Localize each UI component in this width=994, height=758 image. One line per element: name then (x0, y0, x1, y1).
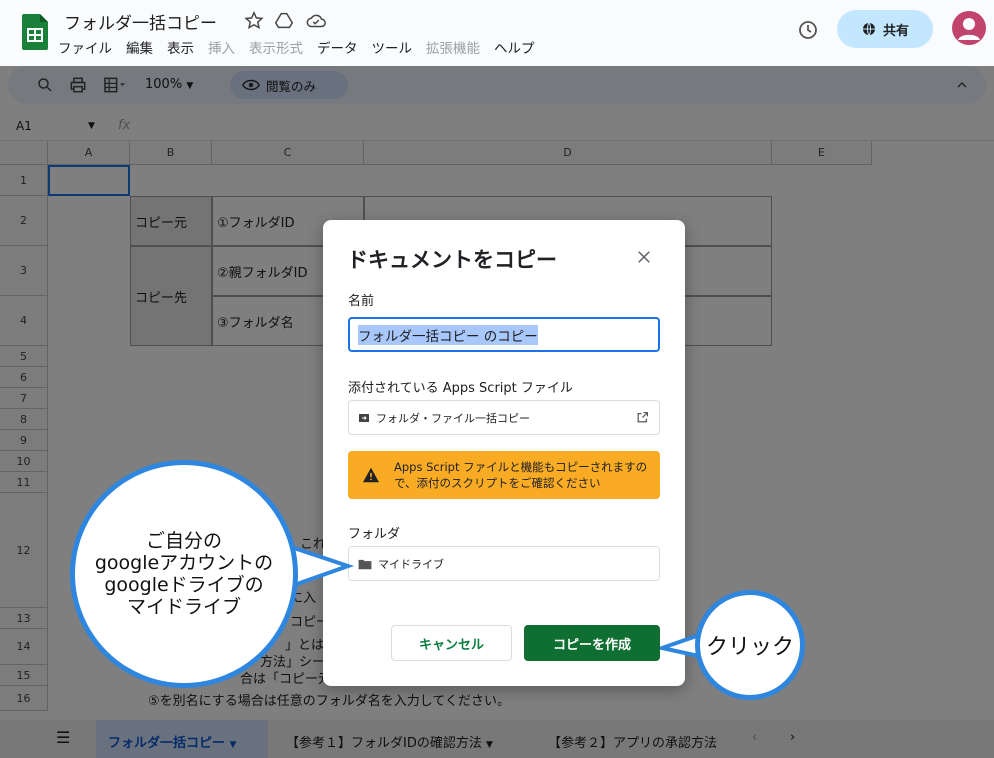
name-input-value: フォルダ一括コピー のコピー (358, 324, 538, 345)
open-in-new-icon[interactable] (636, 411, 649, 424)
cancel-button[interactable]: キャンセル (391, 625, 512, 661)
name-label: 名前 (348, 294, 375, 309)
dialog-title: ドキュメントをコピー (347, 248, 557, 272)
close-icon[interactable] (635, 248, 653, 266)
menu-insert[interactable]: 挿入 (208, 37, 235, 57)
callout-text: クリック (705, 635, 794, 660)
share-button[interactable]: 共有 (837, 10, 933, 48)
folder-picker[interactable]: マイドライブ (348, 546, 660, 581)
move-to-drive-icon[interactable] (273, 10, 295, 32)
user-avatar[interactable] (952, 11, 986, 45)
share-label: 共有 (882, 23, 909, 39)
app-header: フォルダ一括コピー ファイル 編集 表示 挿入 表示形式 データ ツール 拡張機… (0, 0, 994, 66)
menu-view[interactable]: 表示 (167, 37, 194, 57)
script-file-name: フォルダ・ファイル一括コピー (376, 411, 530, 425)
menu-edit[interactable]: 編集 (126, 37, 153, 57)
script-label: 添付されている Apps Script ファイル (348, 381, 573, 396)
document-title[interactable]: フォルダ一括コピー (64, 9, 217, 34)
script-file-link[interactable]: フォルダ・ファイル一括コピー (348, 400, 660, 435)
menu-extensions[interactable]: 拡張機能 (426, 37, 480, 57)
globe-icon (862, 22, 875, 36)
sheets-logo-icon[interactable] (22, 14, 48, 50)
spreadsheet-window: フォルダ一括コピー ファイル 編集 表示 挿入 表示形式 データ ツール 拡張機… (0, 0, 994, 758)
menu-help[interactable]: ヘルプ (494, 37, 535, 57)
folder-annotation-callout: ご自分の googleアカウントの googleドライブの マイドライブ (70, 460, 298, 688)
click-annotation-callout: クリック (695, 590, 805, 700)
version-history-icon[interactable] (796, 18, 820, 42)
warning-banner: Apps Script ファイルと機能もコピーされますので、添付のスクリプトをご… (348, 451, 660, 499)
create-copy-button[interactable]: コピーを作成 (524, 625, 660, 661)
callout-text: ご自分の googleアカウントの googleドライブの マイドライブ (94, 530, 274, 618)
folder-value: マイドライブ (378, 557, 444, 571)
name-input[interactable]: フォルダ一括コピー のコピー (348, 317, 660, 352)
menu-data[interactable]: データ (317, 37, 358, 57)
menu-bar: ファイル 編集 表示 挿入 表示形式 データ ツール 拡張機能 ヘルプ (58, 37, 535, 57)
menu-format[interactable]: 表示形式 (249, 37, 303, 57)
warning-text: Apps Script ファイルと機能もコピーされますので、添付のスクリプトをご… (394, 460, 648, 490)
star-icon[interactable] (243, 10, 265, 32)
cloud-saved-icon[interactable] (305, 10, 327, 32)
menu-tools[interactable]: ツール (372, 37, 413, 57)
menu-file[interactable]: ファイル (58, 37, 112, 57)
apps-script-icon (359, 413, 369, 422)
copy-document-dialog: ドキュメントをコピー 名前 フォルダ一括コピー のコピー 添付されている App… (323, 220, 685, 686)
warning-icon (363, 467, 379, 483)
person-icon (958, 18, 980, 40)
